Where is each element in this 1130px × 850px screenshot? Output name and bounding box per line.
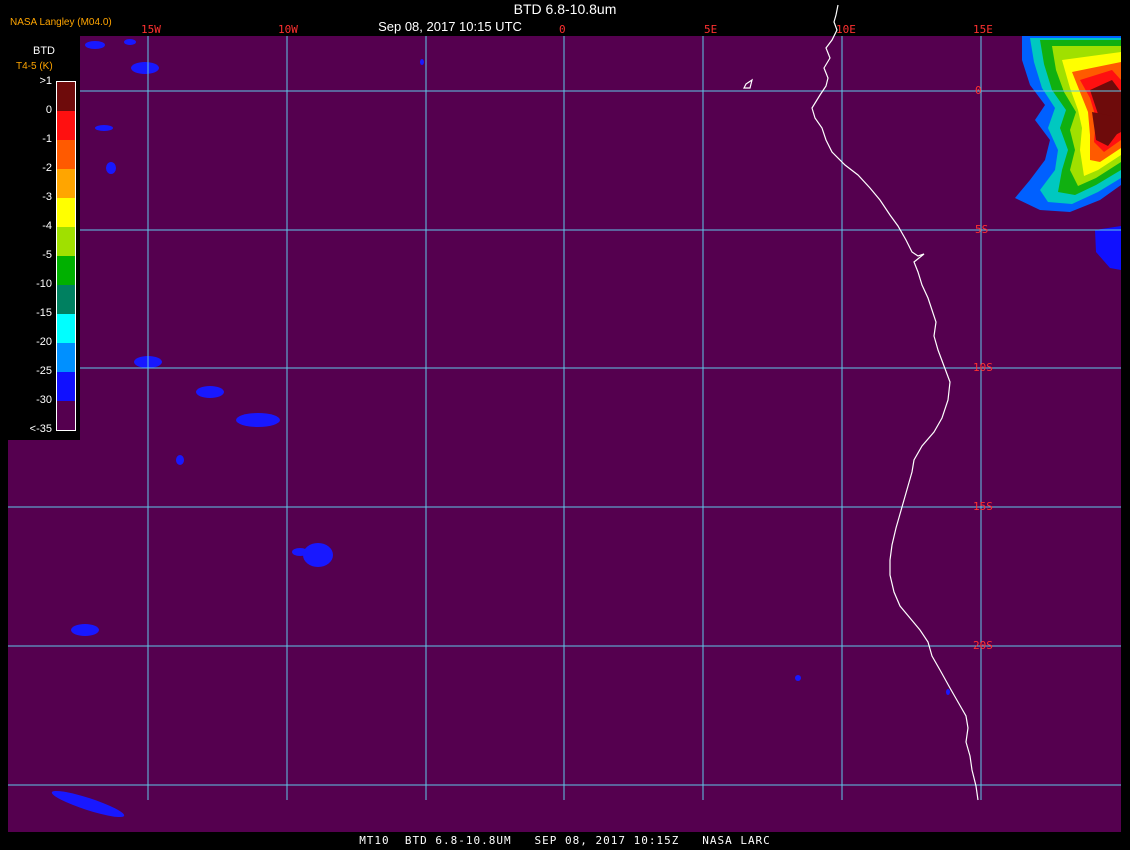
lat-label-10s: 10S bbox=[973, 361, 993, 374]
coastline bbox=[743, 4, 979, 801]
lat-label-15s: 15S bbox=[973, 500, 993, 513]
legend-tick: -3 bbox=[42, 191, 52, 203]
legend-title: BTD bbox=[33, 45, 55, 57]
producer-label: NASA Langley (M04.0) bbox=[10, 17, 112, 28]
legend-swatch bbox=[57, 82, 75, 111]
legend-swatch bbox=[57, 401, 75, 430]
lon-label-5e: 5E bbox=[704, 23, 718, 36]
legend-swatch bbox=[57, 169, 75, 198]
legend-swatch bbox=[57, 140, 75, 169]
lon-label-15e: 15E bbox=[973, 23, 993, 36]
legend-swatch bbox=[57, 372, 75, 401]
lat-label-20s: 20S bbox=[973, 639, 993, 652]
legend-swatch bbox=[57, 198, 75, 227]
legend-tick: -5 bbox=[42, 249, 52, 261]
legend-unit: T4-5 (K) bbox=[16, 61, 53, 72]
legend-tick: -15 bbox=[36, 307, 52, 319]
cloud-patches bbox=[9, 39, 950, 818]
legend-swatch bbox=[57, 256, 75, 285]
lon-label-15w: 15W bbox=[141, 23, 161, 36]
legend-tick: -1 bbox=[42, 133, 52, 145]
lon-label-0: 0 bbox=[559, 23, 566, 36]
legend-swatch bbox=[57, 227, 75, 256]
legend-swatch bbox=[57, 314, 75, 343]
legend-tick: -20 bbox=[36, 336, 52, 348]
legend-swatch bbox=[57, 111, 75, 140]
lon-label-10w: 10W bbox=[278, 23, 298, 36]
convective-cloud-region bbox=[1015, 36, 1121, 270]
legend-tick: >1 bbox=[39, 75, 52, 87]
legend-swatch bbox=[57, 285, 75, 314]
legend-tick: -4 bbox=[42, 220, 52, 232]
legend-tick: -30 bbox=[36, 394, 52, 406]
image-timestamp: Sep 08, 2017 10:15 UTC bbox=[378, 19, 522, 34]
legend-tick: -10 bbox=[36, 278, 52, 290]
lat-label-0: 0 bbox=[975, 84, 982, 97]
legend-tick: <-35 bbox=[29, 423, 52, 435]
legend-tick: -2 bbox=[42, 162, 52, 174]
legend-tick: 0 bbox=[45, 104, 52, 116]
lon-label-10e: 10E bbox=[836, 23, 856, 36]
image-title: BTD 6.8-10.8um bbox=[513, 1, 617, 17]
map-overlay bbox=[8, 4, 1121, 818]
lat-lon-grid bbox=[8, 36, 1121, 800]
legend-swatch bbox=[57, 343, 75, 372]
legend-tick: -25 bbox=[36, 365, 52, 377]
footer-caption: MT10 BTD 6.8-10.8UM SEP 08, 2017 10:15Z … bbox=[359, 834, 771, 847]
lat-label-5s: 5S bbox=[975, 223, 989, 236]
legend-color-scale bbox=[56, 81, 76, 431]
